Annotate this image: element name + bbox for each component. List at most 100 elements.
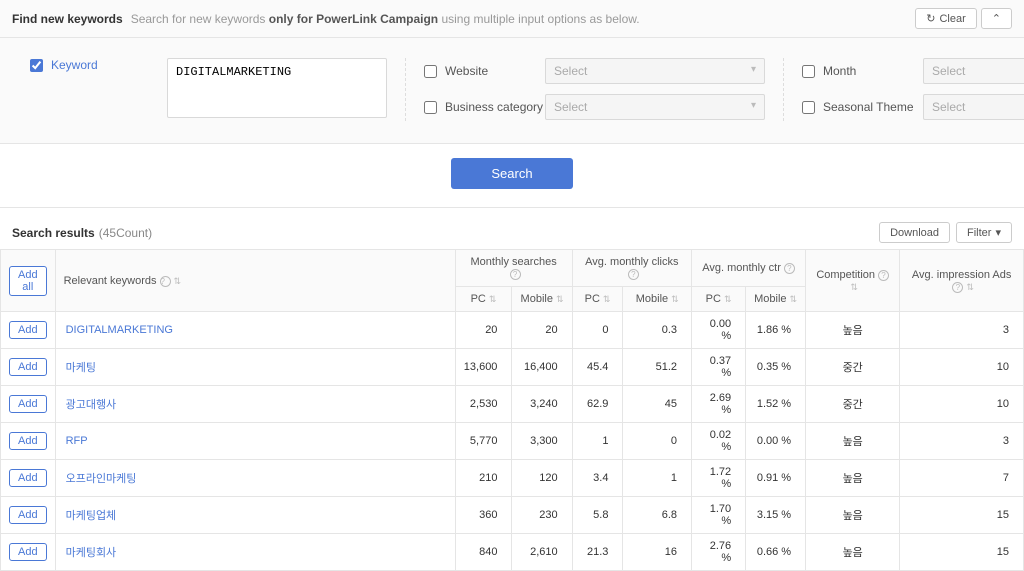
col-ctr-mobile[interactable]: Mobile⇅ — [746, 287, 806, 312]
page-subtitle: Search for new keywords only for PowerLi… — [131, 12, 640, 26]
website-checkbox[interactable] — [424, 65, 437, 78]
table-row: Add마케팅업체3602305.86.81.70 %3.15 %높음15 — [1, 497, 1024, 534]
cell-pc-clicks: 21.3 — [572, 534, 623, 571]
month-checkbox[interactable] — [802, 65, 815, 78]
cell-mobile-searches: 2,610 — [512, 534, 572, 571]
cell-pc-searches: 5,770 — [455, 423, 512, 460]
website-select[interactable]: Select — [545, 58, 765, 84]
cell-pc-clicks: 62.9 — [572, 386, 623, 423]
cell-mobile-ctr: 1.52 % — [746, 386, 806, 423]
keyword-link[interactable]: DIGITALMARKETING — [55, 312, 455, 349]
add-button[interactable]: Add — [9, 543, 47, 561]
cell-mobile-clicks: 6.8 — [623, 497, 692, 534]
cell-mobile-searches: 230 — [512, 497, 572, 534]
filter-button[interactable]: Filter ▾ — [956, 222, 1012, 243]
col-clicks-mobile[interactable]: Mobile⇅ — [623, 287, 692, 312]
cell-pc-searches: 210 — [455, 460, 512, 497]
cell-competition: 중간 — [806, 349, 900, 386]
cell-pc-clicks: 0 — [572, 312, 623, 349]
filter-panel: Keyword Website Select Business category… — [0, 38, 1024, 144]
refresh-icon: ↻ — [926, 12, 935, 25]
help-icon[interactable]: ? — [510, 269, 521, 280]
add-button[interactable]: Add — [9, 506, 47, 524]
col-ctr-pc[interactable]: PC⇅ — [692, 287, 746, 312]
sort-icon[interactable]: ⇅ — [850, 282, 858, 292]
results-table: Add all Relevant keywords?⇅ Monthly sear… — [0, 249, 1024, 571]
keyword-link[interactable]: 광고대행사 — [55, 386, 455, 423]
add-button[interactable]: Add — [9, 321, 47, 339]
keyword-link[interactable]: 오프라인마케팅 — [55, 460, 455, 497]
col-searches-mobile[interactable]: Mobile⇅ — [512, 287, 572, 312]
keyword-link[interactable]: 마케팅업체 — [55, 497, 455, 534]
clear-button[interactable]: ↻Clear — [915, 8, 977, 29]
keyword-checkbox[interactable] — [30, 59, 43, 72]
sort-icon[interactable]: ⇅ — [174, 276, 182, 286]
cell-pc-ctr: 2.69 % — [692, 386, 746, 423]
cell-pc-clicks: 1 — [572, 423, 623, 460]
col-clicks-pc[interactable]: PC⇅ — [572, 287, 623, 312]
bizcategory-checkbox[interactable] — [424, 101, 437, 114]
help-icon[interactable]: ? — [160, 276, 171, 287]
col-competition[interactable]: Competition?⇅ — [806, 250, 900, 312]
col-relevant[interactable]: Relevant keywords?⇅ — [55, 250, 455, 312]
col-avg-clicks: Avg. monthly clicks? — [572, 250, 691, 287]
add-button[interactable]: Add — [9, 395, 47, 413]
col-searches-pc[interactable]: PC⇅ — [455, 287, 512, 312]
keyword-label: Keyword — [51, 58, 131, 72]
cell-pc-ctr: 0.00 % — [692, 312, 746, 349]
cell-pc-searches: 20 — [455, 312, 512, 349]
add-button[interactable]: Add — [9, 469, 47, 487]
sort-icon[interactable]: ⇅ — [489, 294, 497, 304]
season-select[interactable]: Select — [923, 94, 1024, 120]
cell-mobile-searches: 3,240 — [512, 386, 572, 423]
sort-icon[interactable]: ⇅ — [671, 294, 679, 304]
sort-icon[interactable]: ⇅ — [790, 294, 798, 304]
bizcategory-label: Business category — [445, 100, 545, 114]
season-checkbox[interactable] — [802, 101, 815, 114]
header-bar: Find new keywords Search for new keyword… — [0, 0, 1024, 38]
col-impressions[interactable]: Avg. impression Ads?⇅ — [900, 250, 1024, 312]
cell-pc-searches: 360 — [455, 497, 512, 534]
table-row: AddRFP5,7703,300100.02 %0.00 %높음3 — [1, 423, 1024, 460]
cell-pc-ctr: 0.02 % — [692, 423, 746, 460]
help-icon[interactable]: ? — [952, 282, 963, 293]
col-monthly-searches: Monthly searches? — [455, 250, 572, 287]
cell-competition: 높음 — [806, 312, 900, 349]
cell-pc-ctr: 1.72 % — [692, 460, 746, 497]
table-row: AddDIGITALMARKETING202000.30.00 %1.86 %높… — [1, 312, 1024, 349]
cell-mobile-searches: 3,300 — [512, 423, 572, 460]
sort-icon[interactable]: ⇅ — [724, 294, 732, 304]
season-label: Seasonal Theme — [823, 100, 923, 114]
cell-mobile-clicks: 0.3 — [623, 312, 692, 349]
sort-icon[interactable]: ⇅ — [966, 282, 974, 292]
collapse-button[interactable]: ⌃ — [981, 8, 1012, 29]
add-all-button[interactable]: Add all — [9, 266, 47, 296]
help-icon[interactable]: ? — [878, 270, 889, 281]
cell-pc-clicks: 5.8 — [572, 497, 623, 534]
results-count: (45Count) — [99, 226, 152, 240]
chevron-down-icon: ▾ — [995, 226, 1001, 239]
cell-mobile-ctr: 0.00 % — [746, 423, 806, 460]
sort-icon[interactable]: ⇅ — [556, 294, 564, 304]
cell-mobile-ctr: 0.91 % — [746, 460, 806, 497]
month-select[interactable]: Select — [923, 58, 1024, 84]
chevron-up-icon: ⌃ — [992, 12, 1001, 25]
table-row: Add마케팅회사8402,61021.3162.76 %0.66 %높음15 — [1, 534, 1024, 571]
keyword-link[interactable]: RFP — [55, 423, 455, 460]
search-bar: Search — [0, 144, 1024, 208]
cell-mobile-searches: 20 — [512, 312, 572, 349]
search-button[interactable]: Search — [451, 158, 572, 189]
keyword-link[interactable]: 마케팅회사 — [55, 534, 455, 571]
sort-icon[interactable]: ⇅ — [603, 294, 611, 304]
help-icon[interactable]: ? — [628, 269, 639, 280]
add-button[interactable]: Add — [9, 358, 47, 376]
download-button[interactable]: Download — [879, 222, 950, 243]
keyword-link[interactable]: 마케팅 — [55, 349, 455, 386]
cell-impressions: 10 — [900, 386, 1024, 423]
cell-competition: 높음 — [806, 497, 900, 534]
add-button[interactable]: Add — [9, 432, 47, 450]
keyword-input[interactable] — [167, 58, 387, 118]
help-icon[interactable]: ? — [784, 263, 795, 274]
bizcategory-select[interactable]: Select — [545, 94, 765, 120]
cell-mobile-ctr: 3.15 % — [746, 497, 806, 534]
